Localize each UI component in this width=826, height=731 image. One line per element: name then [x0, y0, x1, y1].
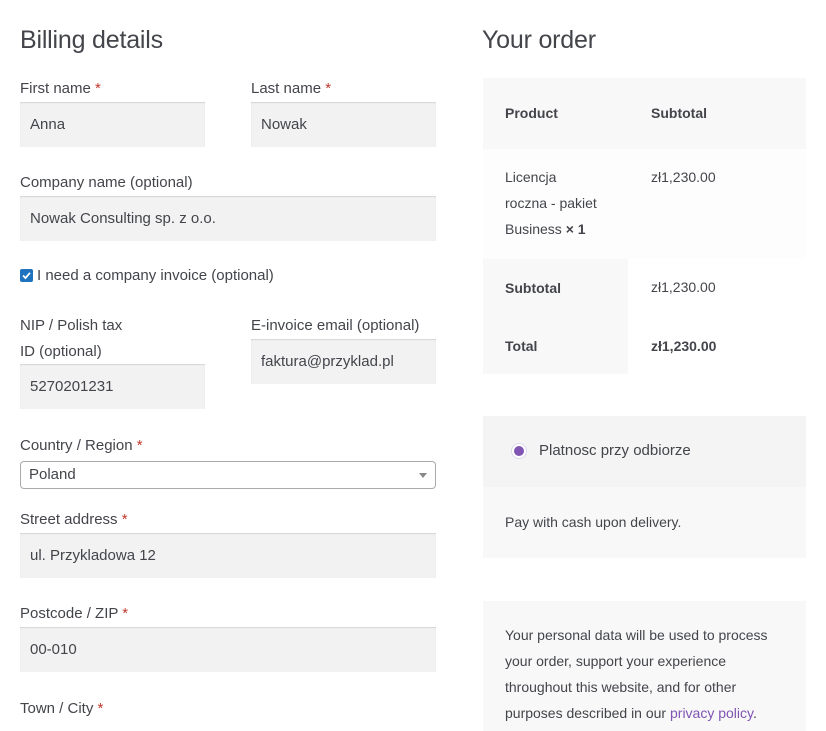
street-address-label: Street address *: [20, 511, 128, 528]
payment-method-description: Pay with cash upon delivery.: [505, 514, 682, 530]
country-label: Country / Region *: [20, 437, 143, 454]
einvoice-email-field[interactable]: [251, 339, 436, 384]
subtotal-label: Subtotal: [505, 280, 561, 296]
company-name-label: Company name (optional): [20, 174, 193, 191]
required-mark: *: [136, 437, 143, 454]
nip-label: NIP / Polish tax ID (optional): [20, 317, 123, 360]
order-item-price: zł1,230.00: [651, 169, 716, 185]
checkmark-icon: [22, 272, 31, 280]
order-table: Product Subtotal Licencja roczna - pakie…: [483, 78, 806, 374]
required-mark: *: [325, 80, 332, 97]
payment-method-label: Platnosc przy odbiorze: [539, 442, 691, 459]
column-header-subtotal: Subtotal: [651, 105, 707, 121]
privacy-policy-link[interactable]: privacy policy: [670, 705, 753, 721]
column-header-product: Product: [505, 105, 558, 121]
payment-method-description-box: Pay with cash upon delivery.: [483, 487, 806, 558]
chevron-down-icon: [419, 473, 427, 478]
required-mark: *: [97, 700, 104, 717]
country-select[interactable]: Poland: [20, 461, 436, 489]
required-mark: *: [95, 80, 101, 97]
first-name-label: First name *: [20, 80, 101, 97]
privacy-notice-text: Your personal data will be used to proce…: [505, 627, 768, 721]
billing-title: Billing details: [20, 26, 163, 54]
first-name-field[interactable]: [20, 102, 205, 147]
postcode-field[interactable]: [20, 627, 436, 672]
payment-method-option[interactable]: Platnosc przy odbiorze: [483, 416, 806, 487]
total-label: Total: [505, 338, 538, 354]
company-invoice-label: I need a company invoice (optional): [37, 267, 274, 284]
last-name-label: Last name *: [251, 80, 332, 97]
subtotal-value: zł1,230.00: [651, 279, 716, 295]
nip-field[interactable]: [20, 364, 205, 409]
privacy-notice: Your personal data will be used to proce…: [483, 601, 806, 731]
last-name-field[interactable]: [251, 102, 436, 147]
payment-methods: Platnosc przy odbiorze Pay with cash upo…: [483, 416, 806, 558]
order-item-qty: × 1: [565, 221, 586, 237]
payment-radio-selected[interactable]: [511, 443, 527, 459]
company-name-field[interactable]: [20, 196, 436, 241]
town-city-label: Town / City *: [20, 700, 104, 717]
order-item-name: Licencja roczna - pakiet Business × 1: [505, 169, 597, 237]
country-selected-value: Poland: [29, 466, 76, 483]
einvoice-email-label: E-invoice email (optional): [251, 317, 420, 334]
total-value: zł1,230.00: [651, 338, 717, 354]
order-table-footer-labels: [483, 259, 628, 374]
required-mark: *: [121, 511, 128, 528]
required-mark: *: [122, 605, 129, 622]
street-address-field[interactable]: [20, 533, 436, 578]
postcode-label: Postcode / ZIP *: [20, 605, 129, 622]
order-title: Your order: [482, 26, 596, 54]
company-invoice-checkbox[interactable]: [20, 269, 33, 282]
